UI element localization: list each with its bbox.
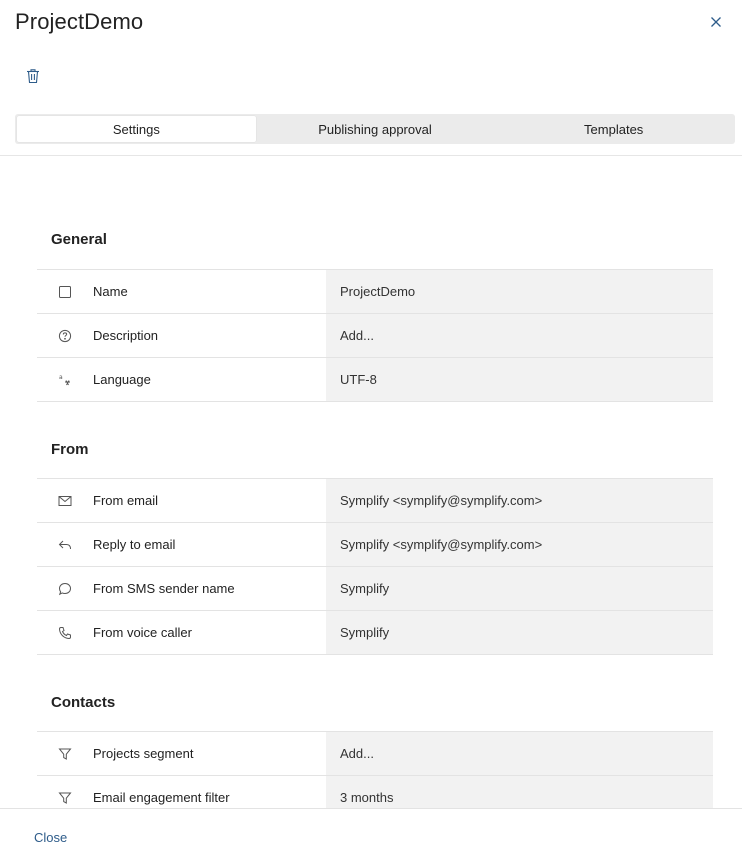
setting-label: Description xyxy=(93,328,159,343)
setting-label: From voice caller xyxy=(93,625,192,640)
setting-row-reply-to-email: Reply to email Symplify <symplify@sympli… xyxy=(37,523,713,567)
setting-value-from-email[interactable]: Symplify <symplify@symplify.com> xyxy=(326,479,713,522)
close-button[interactable]: Close xyxy=(34,830,67,845)
setting-row-email-engagement-filter: Email engagement filter 3 months xyxy=(37,776,713,808)
setting-label: Name xyxy=(93,284,128,299)
settings-content[interactable]: General Name ProjectDemo Description Add… xyxy=(0,156,742,808)
setting-label: Email engagement filter xyxy=(93,790,230,805)
setting-label: From email xyxy=(93,493,159,508)
setting-row-from-email: From email Symplify <symplify@symplify.c… xyxy=(37,479,713,523)
setting-value-sms-sender[interactable]: Symplify xyxy=(326,567,713,610)
trash-icon[interactable] xyxy=(24,66,42,86)
setting-label: Reply to email xyxy=(93,537,176,552)
setting-label: Projects segment xyxy=(93,746,194,761)
setting-row-language: a Language UTF-8 xyxy=(37,358,713,402)
setting-value-description[interactable]: Add... xyxy=(326,314,713,357)
section-title-contacts: Contacts xyxy=(51,694,116,711)
setting-value-email-engagement-filter[interactable]: 3 months xyxy=(326,776,713,808)
setting-row-sms-sender: From SMS sender name Symplify xyxy=(37,567,713,611)
tab-publishing-approval[interactable]: Publishing approval xyxy=(256,116,495,142)
filter-icon xyxy=(37,791,93,805)
setting-row-name: Name ProjectDemo xyxy=(37,270,713,314)
setting-label: From SMS sender name xyxy=(93,581,235,596)
setting-value-voice-caller[interactable]: Symplify xyxy=(326,611,713,654)
contacts-table: Projects segment Add... Email engagement… xyxy=(37,731,713,808)
question-circle-icon xyxy=(37,329,93,343)
setting-value-language[interactable]: UTF-8 xyxy=(326,358,713,401)
setting-value-projects-segment[interactable]: Add... xyxy=(326,732,713,775)
tab-settings[interactable]: Settings xyxy=(17,116,256,142)
reply-icon xyxy=(37,539,93,551)
section-title-general: General xyxy=(51,231,107,248)
general-table: Name ProjectDemo Description Add... a La… xyxy=(37,269,713,402)
close-icon[interactable] xyxy=(706,12,726,32)
phone-icon xyxy=(37,626,93,640)
setting-row-projects-segment: Projects segment Add... xyxy=(37,732,713,776)
chat-bubble-icon xyxy=(37,582,93,596)
checkbox-square-icon xyxy=(37,285,93,299)
setting-label: Language xyxy=(93,372,151,387)
dialog-header: ProjectDemo xyxy=(0,0,742,60)
setting-row-description: Description Add... xyxy=(37,314,713,358)
filter-icon xyxy=(37,747,93,761)
section-title-from: From xyxy=(51,441,89,458)
setting-row-voice-caller: From voice caller Symplify xyxy=(37,611,713,655)
language-icon: a xyxy=(37,373,93,387)
dialog-footer: Close xyxy=(0,808,742,858)
tab-bar: Settings Publishing approval Templates xyxy=(15,114,735,144)
page-title: ProjectDemo xyxy=(15,9,144,34)
setting-value-reply-to-email[interactable]: Symplify <symplify@symplify.com> xyxy=(326,523,713,566)
tab-templates[interactable]: Templates xyxy=(494,116,733,142)
envelope-icon xyxy=(37,495,93,507)
svg-text:a: a xyxy=(59,374,63,381)
from-table: From email Symplify <symplify@symplify.c… xyxy=(37,478,713,655)
setting-value-name[interactable]: ProjectDemo xyxy=(326,270,713,313)
